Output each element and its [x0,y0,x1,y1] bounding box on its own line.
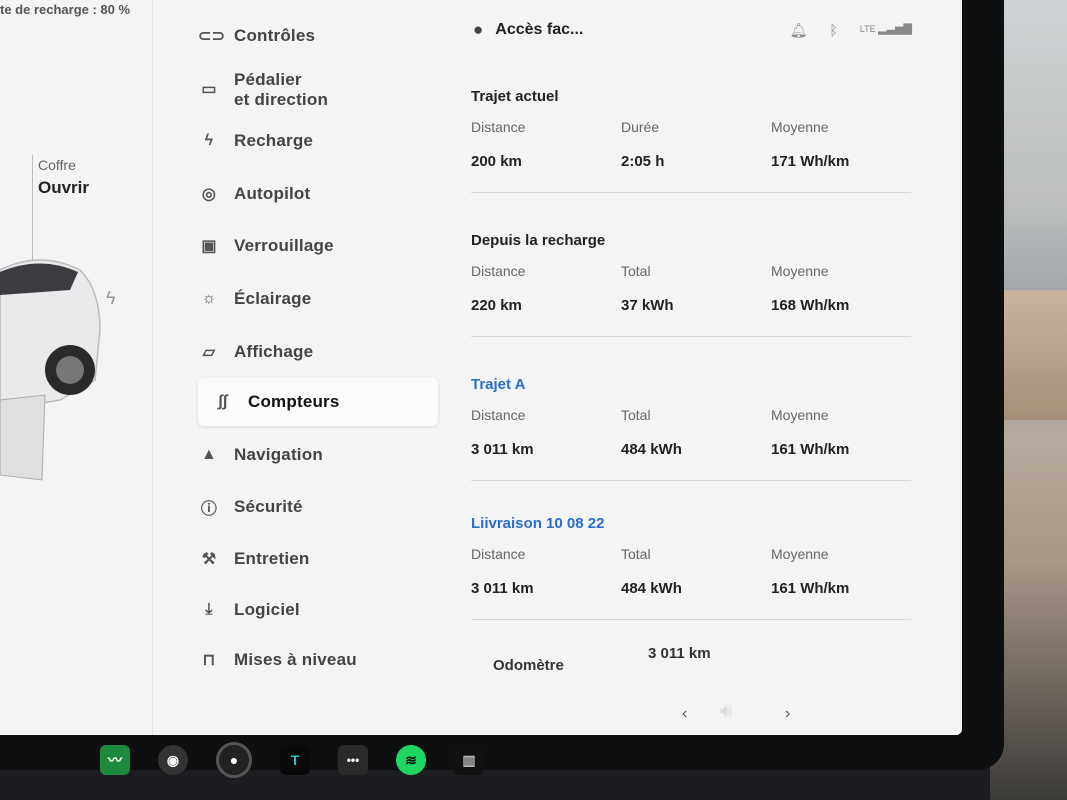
charge-port-bolt-icon: ϟ [106,288,116,308]
col-label: Total [621,546,651,562]
chevron-left-icon[interactable]: ‹ [682,705,687,723]
charge-status-text: te de recharge : 80 % [0,2,131,17]
menu-item-recharge[interactable]: ϟ Recharge [198,119,438,163]
more-apps-icon[interactable]: ••• [338,745,368,775]
col-value: 484 kWh [621,580,682,597]
col-value: 171 Wh/km [771,153,850,170]
col-label: Durée [621,119,660,135]
trip-title: Trajet actuel [471,88,559,105]
menu-item-mises-a-niveau[interactable]: ⊓ Mises à niveau [198,638,438,682]
col-label: Moyenne [771,263,829,279]
screen-bezel: te de recharge : 80 % Coffre Ouvrir ϟ ⊂⊃… [0,0,1004,770]
trip-icon: ∫∫ [218,393,228,410]
col-value: 200 km [471,153,522,170]
coffre-divider [32,155,33,265]
trip-title: Depuis la recharge [471,232,606,249]
col-value: 37 kWh [621,297,674,314]
col-value: 168 Wh/km [771,297,850,314]
menu-item-navigation[interactable]: ▲ Navigation [198,433,438,477]
status-icons: 🔔︎ ᛒ LTE ▂▃▅▇ [790,22,912,39]
toybox-app-icon[interactable]: T [280,745,310,775]
settings-menu: ⊂⊃ Contrôles ▭ Pédalier et direction ϟ R… [153,0,453,735]
volume-icon[interactable]: 🔊︎ [720,700,733,723]
menu-item-securite[interactable]: ⓘ Sécurité [198,485,438,529]
col-label: Distance [471,546,526,562]
alert-icon: ⓘ [200,501,218,518]
car-illustration[interactable] [0,250,120,490]
wrench-icon: ⚒ [201,551,217,568]
col-value: 3 011 km [471,580,534,597]
spotify-icon[interactable]: ≋ [396,745,426,775]
steering-wheel-icon: ◎ [201,186,217,203]
camera-app-icon[interactable]: ◉ [158,745,188,775]
col-value: 2:05 h [621,153,665,170]
col-label: Total [621,263,651,279]
trip-section-b: Liivraison 10 08 22 Distance 3 011 km Tot… [471,515,921,620]
section-divider [471,480,911,481]
trip-section-current: Trajet actuel Distance 200 km Durée 2:05 h… [471,88,921,193]
trip-section-since-charge: Depuis la recharge Distance 220 km Total 3… [471,232,921,337]
menu-item-pedalier[interactable]: ▭ Pédalier et direction [198,66,438,114]
menu-item-logiciel[interactable]: ⤓ Logiciel [198,588,438,632]
background-dashboard-trim [1000,290,1067,420]
touchscreen: te de recharge : 80 % Coffre Ouvrir ϟ ⊂⊃… [0,0,962,735]
col-value: 484 kWh [621,441,682,458]
lte-signal-icon: LTE ▂▃▅▇ [859,23,912,35]
app-dock: 〰 ◉ ● T ••• ≋ ▥ [100,735,760,785]
trip-section-a: Trajet A Distance 3 011 km Total 484 kWh M… [471,376,921,481]
coffre-open-button[interactable]: Ouvrir [38,178,89,198]
trip-title-editable[interactable]: Trajet A [471,376,921,393]
col-label: Moyenne [771,407,829,423]
menu-item-affichage[interactable]: ▱ Affichage [198,330,438,374]
lock-icon: ▣ [201,238,217,255]
car-icon: ▭ [201,81,217,98]
odometer-row: Odomètre 3 011 km [493,645,793,674]
dashcam-app-icon[interactable]: ● [216,742,252,778]
col-label: Distance [471,263,526,279]
col-label: Distance [471,119,526,135]
section-divider [471,619,911,620]
col-label: Distance [471,407,526,423]
toggle-icon: ⊂⊃ [198,28,226,45]
col-value: 3 011 km [471,441,534,458]
bag-icon: ⊓ [202,652,216,669]
bolt-icon: ϟ [204,132,214,149]
menu-item-verrouillage[interactable]: ▣ Verrouillage [198,224,438,268]
chevron-right-icon[interactable]: › [785,705,790,723]
compteurs-panel: ● Accès fac... 🔔︎ ᛒ LTE ▂▃▅▇ Trajet actu… [453,0,962,735]
chart-app-icon[interactable]: 〰 [100,745,130,775]
section-divider [471,336,911,337]
col-value: 161 Wh/km [771,441,850,458]
col-value: 220 km [471,297,522,314]
menu-item-entretien[interactable]: ⚒ Entretien [198,537,438,581]
odometer-label: Odomètre [493,657,564,674]
menu-item-eclairage[interactable]: ☼ Éclairage [198,277,438,321]
navigation-icon: ▲ [200,446,218,463]
odometer-value: 3 011 km [648,645,711,662]
col-label: Moyenne [771,119,829,135]
col-value: 161 Wh/km [771,580,850,597]
download-icon: ⤓ [205,601,213,618]
user-icon: ● [473,20,484,39]
menu-item-compteurs[interactable]: ∫∫ Compteurs [198,378,438,426]
trip-title-editable[interactable]: Liivraison 10 08 22 [471,515,921,532]
coffre-label: Coffre [38,157,76,173]
col-label: Total [621,407,651,423]
driver-profile-button[interactable]: ● Accès fac... [473,20,583,40]
display-icon: ▱ [202,344,216,361]
menu-item-controles[interactable]: ⊂⊃ Contrôles [198,14,438,58]
col-label: Moyenne [771,546,829,562]
car-panel: te de recharge : 80 % Coffre Ouvrir ϟ [0,0,153,735]
menu-item-autopilot[interactable]: ◎ Autopilot [198,172,438,216]
bell-icon[interactable]: 🔔︎ [790,22,808,39]
driver-profile-label: Accès fac... [495,21,584,38]
section-divider [471,192,911,193]
usb-icon[interactable]: ▥ [454,745,484,775]
bluetooth-icon[interactable]: ᛒ [829,22,837,39]
light-icon: ☼ [201,290,217,307]
